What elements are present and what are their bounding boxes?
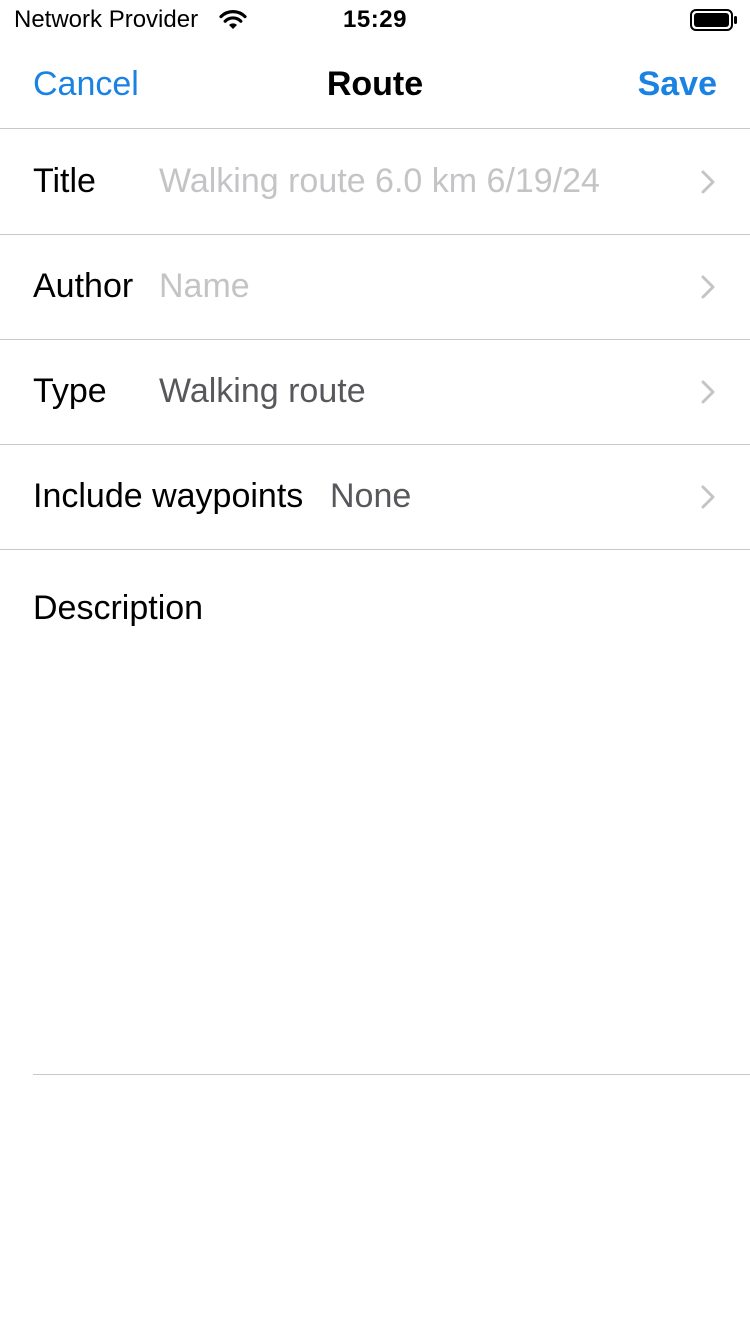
description-text-area[interactable] — [33, 640, 750, 1072]
title-field[interactable]: Walking route 6.0 km 6/19/24 — [159, 161, 600, 201]
waypoints-row[interactable]: Include waypoints None — [0, 444, 750, 550]
cancel-button[interactable]: Cancel — [33, 64, 139, 104]
navigation-bar: Cancel Route Save — [0, 44, 750, 129]
type-value: Walking route — [159, 372, 366, 410]
description-label: Description — [33, 589, 204, 627]
type-label: Type — [33, 372, 107, 410]
waypoints-value: None — [330, 477, 412, 515]
author-label: Author — [33, 267, 134, 305]
chevron-right-icon — [701, 485, 715, 509]
type-row[interactable]: Type Walking route — [0, 339, 750, 445]
status-time: 15:29 — [343, 6, 407, 33]
description-divider — [33, 1074, 750, 1075]
save-button[interactable]: Save — [638, 64, 717, 104]
status-bar: Network Provider 15:29 — [0, 0, 750, 40]
author-row[interactable]: Author Name — [0, 234, 750, 340]
title-row[interactable]: Title Walking route 6.0 km 6/19/24 — [0, 129, 750, 235]
author-field[interactable]: Name — [159, 266, 250, 306]
waypoints-label: Include waypoints — [33, 477, 304, 515]
title-label: Title — [33, 162, 96, 200]
chevron-right-icon — [701, 170, 715, 194]
chevron-right-icon — [701, 275, 715, 299]
battery-icon — [690, 9, 737, 31]
chevron-right-icon — [701, 380, 715, 404]
